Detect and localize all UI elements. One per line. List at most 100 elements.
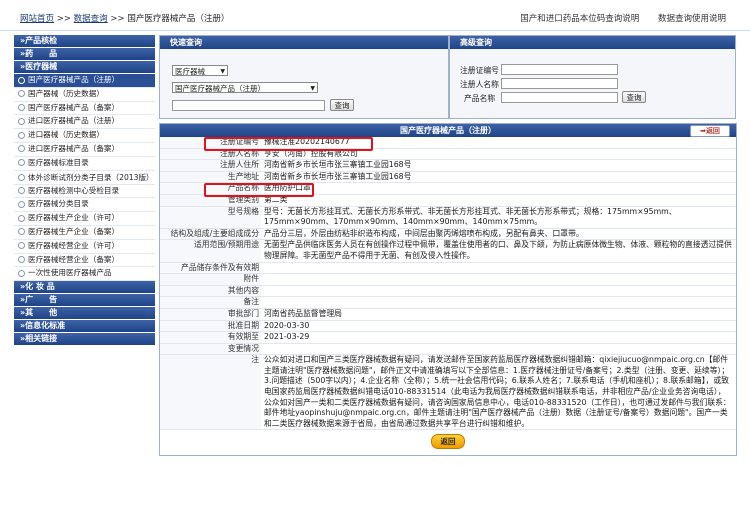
result-title: 国产医疗器械产品（注册）: [400, 126, 496, 135]
sidebar-item-device[interactable]: 进口医疗器械产品（备案）: [14, 143, 155, 157]
field-key-text: 批准日期: [227, 320, 259, 330]
field-value-text: 亨安（河南）控股有限公司: [264, 148, 358, 158]
field-value: 无菌型产品供临床医务人员在有创操作过程中佩带，覆盖住使用者的口、鼻及下颌，为防止…: [261, 239, 736, 263]
reg-number-input[interactable]: [501, 64, 618, 75]
field-key: 其他内容: [160, 285, 261, 298]
sidebar-section-other[interactable]: »其 他: [14, 307, 155, 320]
sidebar-item-device[interactable]: 国产器械（历史数据）: [14, 88, 155, 102]
breadcrumb-home-link[interactable]: 网站首页: [20, 14, 54, 24]
field-key: 注册人名称: [160, 148, 261, 161]
registrant-input[interactable]: [501, 78, 618, 89]
field-key-text: 产品储存条件及有效期: [181, 262, 259, 272]
sidebar-item-device[interactable]: 国产医疗器械产品（备案）: [14, 102, 155, 116]
bullet-icon: [18, 90, 25, 98]
sidebar-item-device[interactable]: 医疗器械经营企业（备案）: [14, 254, 155, 268]
field-value: 河南省新乡市长垣市张三寨镇工业园168号: [261, 159, 736, 172]
sidebar-item-device[interactable]: 进口器械（历史数据）: [14, 129, 155, 143]
quick-search-title: 快速查询: [160, 36, 448, 49]
field-value-text: 河南省新乡市长垣市张三寨镇工业园168号: [264, 171, 412, 181]
field-key: 产品名称: [160, 182, 314, 198]
field-value-text: 2020-03-30: [264, 320, 310, 330]
field-key-text: 备注: [243, 297, 259, 307]
sidebar-section-it-standards[interactable]: »信息化标准: [14, 320, 155, 333]
field-value: [261, 285, 736, 298]
table-row: 产品储存条件及有效期: [160, 262, 736, 275]
sidebar-item-device[interactable]: 医疗器械标准目录: [14, 157, 155, 171]
field-key-text: 产品名称: [227, 183, 259, 193]
table-row: 管理类别 第二类: [160, 194, 736, 207]
chevron-down-icon: ▼: [310, 85, 315, 92]
main-content: 快速查询 医疗器械 ▼ 国产医疗器械产品（注册） ▼ 查询 高级查询 注册证编号 注…: [159, 35, 737, 457]
field-key: 结构及组成/主要组成成分: [160, 228, 261, 241]
code-query-help-link[interactable]: 国产和进口药品本位码查询说明: [520, 14, 639, 24]
field-key-text: 注册证编号: [220, 137, 259, 146]
sidebar-section-cosmetics[interactable]: »化 妆 品: [14, 281, 155, 294]
sidebar-item-device[interactable]: 进口医疗器械产品（注册）: [14, 115, 155, 130]
sidebar-item-label: 国产医疗器械产品（备案）: [28, 102, 120, 112]
table-row: 变更情况: [160, 343, 736, 356]
sidebar-section-devices[interactable]: »医疗器械: [14, 61, 155, 73]
product-name-label: 产品名称: [464, 94, 496, 103]
result-panel: 国产医疗器械产品（注册） ➡返回 注册证编号 豫械注准20202140677 注册人…: [159, 123, 737, 457]
breadcrumb-separator: >>: [107, 14, 128, 24]
field-value-text: 河南省药品监督管理局: [264, 308, 342, 318]
sidebar-item-label: 进口器械（历史数据）: [28, 130, 104, 140]
result-footer: 返回: [160, 430, 736, 455]
sidebar-item-device[interactable]: 医疗器械生产企业（备案）: [14, 226, 155, 240]
quick-search-button[interactable]: 查询: [330, 99, 354, 111]
field-value: 河南省新乡市长垣市张三寨镇工业园168号: [261, 171, 736, 184]
sidebar-item-label: 体外诊断试剂分类子目录（2013版）: [28, 172, 154, 182]
sidebar-item-label: 医疗器械经营企业（许可）: [28, 240, 120, 250]
field-key-text: 附件: [243, 274, 259, 284]
field-value: [261, 343, 736, 356]
field-key: 注册证编号: [160, 137, 373, 151]
field-key: 管理类别: [160, 194, 261, 207]
field-key: 适用范围/预期用途: [160, 239, 261, 263]
field-value: 河南省药品监督管理局: [261, 308, 736, 321]
table-row: 适用范围/预期用途 无菌型产品供临床医务人员在有创操作过程中佩带，覆盖住使用者的口…: [160, 239, 736, 263]
bullet-icon: [18, 200, 25, 208]
sidebar-item-device[interactable]: 一次性使用医疗器械产品: [14, 267, 155, 282]
detail-table: 注册证编号 豫械注准20202140677 注册人名称 亨安（河南）控股有限公司 注册人…: [160, 137, 736, 431]
field-value: 公众如对进口和国产三类医疗器械数据有疑问，请发送邮件至国家药监局医疗器械数据纠错…: [261, 354, 736, 431]
usage-help-link[interactable]: 数据查询使用说明: [658, 14, 726, 24]
field-value-text: 第二类: [264, 194, 288, 204]
sidebar-section-drugs[interactable]: »药 品: [14, 48, 155, 60]
category-select[interactable]: 医疗器械 ▼: [172, 65, 228, 76]
table-row: 附件: [160, 273, 736, 286]
table-row: 注册人名称 亨安（河南）控股有限公司: [160, 148, 736, 161]
sidebar-item-device[interactable]: 国产医疗器械产品（注册）: [14, 74, 155, 88]
sidebar-item-device[interactable]: 医疗器械经营企业（许可）: [14, 240, 155, 254]
advanced-search-button[interactable]: 查询: [622, 91, 646, 103]
advanced-search-panel: 高级查询 注册证编号 注册人名称 产品名称 查询: [449, 35, 736, 119]
bullet-icon: [18, 242, 25, 250]
field-key-text: 适用范围/预期用途: [193, 240, 259, 250]
category-select-value: 医疗器械: [175, 67, 205, 76]
sidebar-item-device[interactable]: 医疗器械生产企业（许可）: [14, 212, 155, 226]
field-key: 型号规格: [160, 206, 261, 229]
field-key: 审批部门: [160, 308, 261, 321]
quick-search-input[interactable]: [172, 100, 325, 111]
return-button[interactable]: 返回: [431, 434, 465, 450]
field-value-text: 医用防护口罩: [264, 183, 311, 193]
bullet-icon: [18, 187, 25, 195]
sidebar-item-device[interactable]: 体外诊断试剂分类子目录（2013版）: [14, 171, 155, 185]
field-key-text: 注: [251, 355, 259, 365]
breadcrumb-query-link[interactable]: 数据查询: [74, 14, 108, 24]
field-value: 医用防护口罩: [261, 182, 736, 195]
sidebar-section-ads[interactable]: »广 告: [14, 294, 155, 307]
sidebar-section-links[interactable]: »相关链接: [14, 333, 155, 346]
sidebar-item-device[interactable]: 医疗器械分类目录: [14, 198, 155, 213]
field-key: 附件: [160, 273, 261, 286]
field-value: [261, 273, 736, 286]
subcategory-select[interactable]: 国产医疗器械产品（注册） ▼: [172, 82, 318, 93]
product-name-input[interactable]: [501, 92, 618, 103]
bullet-icon: [18, 256, 25, 264]
top-links: 国产和进口药品本位码查询说明 数据查询使用说明: [504, 12, 726, 24]
sidebar-item-device[interactable]: 医疗器械检测中心受检目录: [14, 185, 155, 199]
back-button[interactable]: ➡返回: [690, 125, 730, 137]
sidebar-section-product-check[interactable]: »产品核检: [14, 35, 155, 47]
quick-search-panel: 快速查询 医疗器械 ▼ 国产医疗器械产品（注册） ▼ 查询: [159, 35, 449, 119]
bullet-icon: [18, 117, 25, 125]
field-value-text: 型号：无菌长方形挂耳式、无菌长方形系带式、非无菌长方形挂耳式、非无菌长方形系带式…: [264, 206, 677, 227]
